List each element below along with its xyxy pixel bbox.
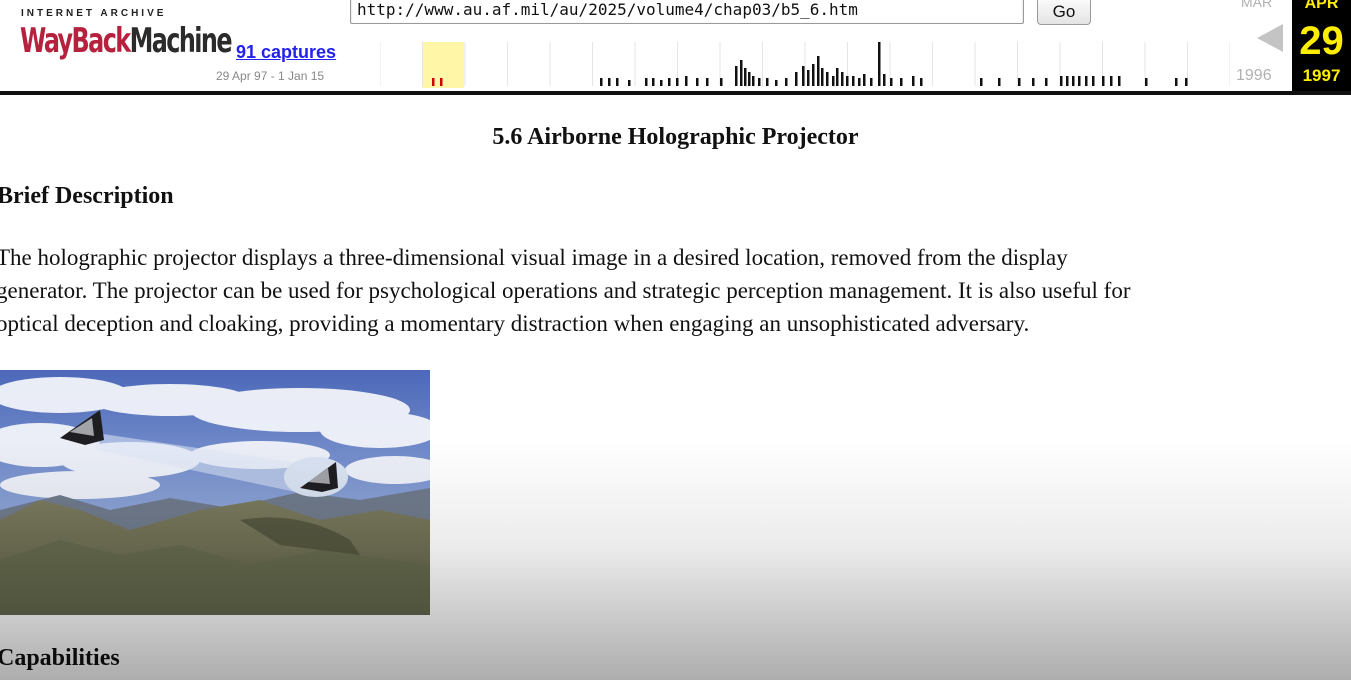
capture-bar: [821, 68, 824, 86]
capture-bar: [1185, 78, 1188, 86]
current-year: 1997: [1302, 66, 1341, 85]
capture-bar: [706, 78, 709, 86]
capture-bar: [1045, 78, 1048, 86]
capture-bar: [600, 78, 603, 86]
capture-bar: [740, 60, 743, 86]
capture-bar: [1145, 78, 1148, 86]
capture-bar: [766, 78, 769, 86]
capture-date-range: 29 Apr 97 - 1 Jan 15: [216, 69, 325, 83]
capture-bar: [846, 76, 849, 86]
capture-bar: [980, 78, 983, 86]
capture-bar: [668, 78, 671, 86]
current-year-highlight: [422, 42, 464, 88]
capture-bar: [660, 80, 663, 86]
capture-bar: [802, 66, 805, 86]
capture-bar: [863, 74, 866, 86]
capture-bar: [628, 80, 631, 86]
capture-bar: [744, 68, 747, 86]
capture-bar: [1085, 76, 1088, 86]
capture-bar: [998, 78, 1001, 86]
capture-bar: [900, 78, 903, 86]
capture-bar: [696, 78, 699, 86]
capture-bar: [440, 78, 443, 86]
capture-bar: [1175, 78, 1178, 86]
capabilities-heading: Capabilities: [0, 645, 120, 671]
capture-bar: [912, 76, 915, 86]
capture-bar: [676, 78, 679, 86]
capture-bar: [1102, 76, 1105, 86]
capture-bar: [1078, 76, 1081, 86]
prev-month-label: MAR: [1241, 0, 1273, 10]
capture-bar: [645, 78, 648, 86]
capture-bar: [775, 80, 778, 86]
capture-bar: [920, 78, 923, 86]
current-capture-date: APR 29 1997: [1292, 0, 1351, 91]
capture-bar: [1072, 76, 1075, 86]
capture-bar: [608, 78, 611, 86]
capture-bar: [432, 78, 435, 86]
capture-bar: [652, 78, 655, 86]
capture-bar: [858, 78, 861, 86]
capture-bar: [685, 76, 688, 86]
capture-bar: [807, 70, 810, 86]
capture-bar: [735, 66, 738, 86]
capture-bar: [870, 78, 873, 86]
capture-bar: [826, 72, 829, 86]
url-input[interactable]: http://www.au.af.mil/au/2025/volume4/cha…: [350, 0, 1024, 24]
holographic-projector-illustration: [0, 370, 430, 615]
capture-bar: [836, 68, 839, 86]
captures-link[interactable]: 91 captures: [236, 42, 336, 63]
description-line: The holographic projector displays a thr…: [0, 245, 1068, 270]
capture-bar: [748, 72, 751, 86]
capture-bar: [1118, 76, 1121, 86]
description-paragraph: The holographic projector displays a thr…: [0, 241, 1351, 340]
go-button[interactable]: Go: [1037, 0, 1091, 25]
current-month: APR: [1304, 0, 1339, 12]
capture-bar: [878, 42, 881, 86]
current-day: 29: [1299, 19, 1344, 63]
capture-bar: [1066, 76, 1069, 86]
description-line: generator. The projector can be used for…: [0, 278, 1131, 303]
selected-year-highlight: [422, 42, 464, 88]
capture-bar: [795, 72, 798, 86]
capture-bar: [1110, 76, 1113, 86]
capture-sparkline[interactable]: [380, 40, 1230, 88]
capture-bar: [1032, 78, 1035, 86]
brief-description-heading: Brief Description: [0, 183, 174, 209]
capture-bar: [883, 74, 886, 86]
capture-bar: [1018, 78, 1021, 86]
capture-bar: [752, 76, 755, 86]
wayback-toolbar: INTERNET ARCHIVE WayBackMachine http://w…: [0, 0, 1351, 95]
capture-bar: [841, 72, 844, 86]
capture-bar: [720, 78, 723, 86]
capture-bar: [817, 56, 820, 86]
capture-bar: [832, 76, 835, 86]
capture-bar: [1060, 76, 1063, 86]
prev-arrow-icon[interactable]: [1257, 24, 1283, 52]
capture-bars: [432, 42, 1188, 86]
logo-internet-archive-text: INTERNET ARCHIVE: [21, 8, 167, 19]
capture-bar: [616, 78, 619, 86]
capture-bar: [852, 76, 855, 86]
page-title: 5.6 Airborne Holographic Projector: [492, 124, 859, 150]
capture-bar: [1092, 76, 1095, 86]
capture-bar: [812, 64, 815, 86]
description-line: optical deception and cloaking, providin…: [0, 311, 1030, 336]
capture-bar: [785, 78, 788, 86]
capture-bar: [890, 78, 893, 86]
capture-bar: [758, 78, 761, 86]
wayback-logo[interactable]: INTERNET ARCHIVE WayBackMachine: [18, 4, 233, 74]
logo-wayback-machine-text: WayBackMachine: [20, 21, 233, 61]
prev-year-label[interactable]: 1996: [1236, 67, 1272, 85]
